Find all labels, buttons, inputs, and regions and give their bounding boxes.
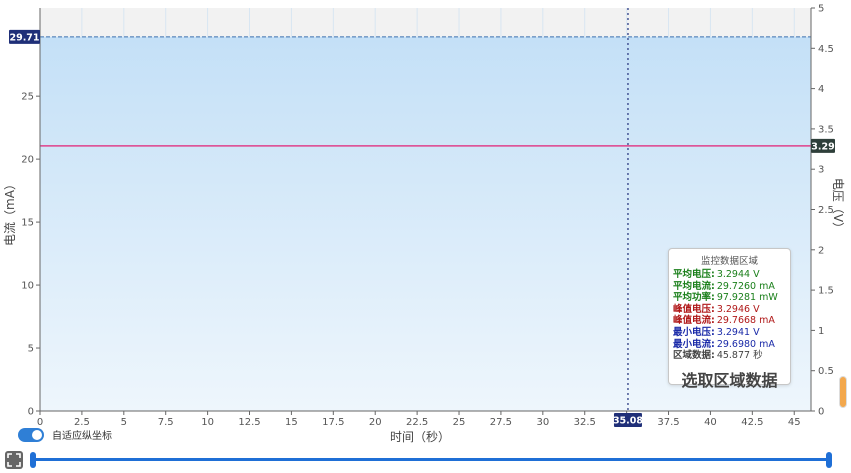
y-right-tick-label: 4 bbox=[818, 84, 824, 95]
x-tick-label: 7.5 bbox=[158, 417, 174, 428]
monitor-row-label: 平均电压: bbox=[673, 269, 715, 280]
adaptive-y-label: 自适应纵坐标 bbox=[52, 431, 112, 442]
x-tick-label: 42.5 bbox=[741, 417, 763, 428]
monitor-row-label: 峰值电流: bbox=[673, 315, 715, 327]
y-right-tick-label: 0.5 bbox=[818, 366, 834, 377]
monitor-row-value: 3.2946 V bbox=[716, 303, 760, 315]
x-tick-label: 22.5 bbox=[406, 417, 428, 428]
x-tick-label: 17.5 bbox=[322, 417, 344, 428]
y-left-tick-label: 25 bbox=[21, 92, 34, 103]
x-tick-label: 12.5 bbox=[238, 417, 260, 428]
current-value-tag-text: 29.71 bbox=[9, 32, 39, 43]
x-tick-label: 20 bbox=[369, 417, 382, 428]
monitor-row-value: 3.2941 V bbox=[716, 326, 760, 338]
y-right-tick-label: 1.5 bbox=[818, 286, 834, 297]
y-left-tick-label: 15 bbox=[21, 218, 34, 229]
monitor-rows: 平均电压: 3.2944 V 平均电流: 29.7260 mA 平均功率: 97.9281… bbox=[669, 269, 790, 362]
y-right-tick-label: 5 bbox=[818, 4, 824, 15]
monitor-row-value: 3.2944 V bbox=[716, 269, 760, 280]
current-value-tag: 29.71 bbox=[9, 29, 40, 44]
y-axis-right-ticks: 00.511.522.533.544.55 bbox=[811, 4, 834, 418]
adaptive-y-toggle-group: 自适应纵坐标 bbox=[18, 427, 112, 442]
monitor-panel-title: 监控数据区域 bbox=[700, 256, 758, 267]
monitor-row-value: 97.9281 mW bbox=[716, 292, 778, 304]
monitor-row-label: 平均功率: bbox=[673, 292, 715, 304]
monitor-row-value: 29.7668 mA bbox=[716, 315, 775, 327]
adaptive-y-toggle[interactable] bbox=[18, 427, 44, 442]
monitor-row-label: 最小电压: bbox=[673, 326, 715, 338]
x-tick-label: 32.5 bbox=[574, 417, 596, 428]
x-tick-label: 45 bbox=[788, 417, 801, 428]
y-left-tick-label: 20 bbox=[21, 155, 34, 166]
y-axis-right-title: 电压（V） bbox=[831, 178, 845, 234]
y-right-tick-label: 2 bbox=[818, 245, 824, 256]
cursor-value-tag: 35.08 bbox=[613, 413, 643, 427]
monitor-row: 峰值电压: 3.2946 V bbox=[669, 304, 790, 316]
x-tick-label: 15 bbox=[285, 417, 298, 428]
y-axis-left-ticks: 0 5 10 15 20 25 bbox=[21, 92, 40, 418]
range-slider-end-handle[interactable] bbox=[826, 452, 832, 468]
monitor-row: 区域数据: 45.877 秒 bbox=[669, 350, 790, 362]
select-region-button[interactable]: 选取区域数据 bbox=[669, 367, 790, 391]
x-tick-label: 30 bbox=[536, 417, 549, 428]
range-slider-start-handle[interactable] bbox=[30, 452, 36, 468]
monitor-row-value: 29.6980 mA bbox=[716, 338, 775, 350]
expand-icon-glyph bbox=[7, 453, 21, 467]
voltage-value-tag: 3.29 bbox=[811, 138, 835, 153]
monitor-row-value: 45.877 秒 bbox=[716, 350, 763, 362]
cursor-value-tag-text: 35.08 bbox=[613, 416, 643, 427]
y-right-tick-label: 1 bbox=[818, 326, 824, 337]
monitor-row: 平均电流: 29.7260 mA bbox=[669, 281, 790, 293]
monitor-row: 最小电流: 29.6980 mA bbox=[669, 339, 790, 351]
x-axis-ticks: 02.557.51012.51517.52022.52527.53032.535… bbox=[37, 411, 801, 428]
x-tick-label: 27.5 bbox=[490, 417, 512, 428]
monitor-panel: 监控数据区域 平均电压: 3.2944 V 平均电流: 29.7260 mA 平均功率:… bbox=[668, 248, 791, 390]
x-tick-label: 37.5 bbox=[657, 417, 679, 428]
y-axis-left-title: 电流（mA） bbox=[3, 178, 17, 246]
monitor-row: 峰值电流: 29.7668 mA bbox=[669, 315, 790, 327]
monitor-row-label: 平均电流: bbox=[673, 280, 715, 292]
x-tick-label: 40 bbox=[704, 417, 717, 428]
y-left-tick-label: 0 bbox=[28, 407, 34, 418]
expand-icon[interactable] bbox=[5, 451, 23, 469]
monitor-row: 最小电压: 3.2941 V bbox=[669, 327, 790, 339]
power-chart[interactable]: 02.557.51012.51517.52022.52527.53032.535… bbox=[0, 0, 851, 473]
x-axis-title: 时间（秒） bbox=[390, 430, 450, 444]
y-right-tick-label: 4.5 bbox=[818, 44, 834, 55]
monitor-row: 平均电压: 3.2944 V bbox=[669, 269, 790, 281]
x-tick-label: 5 bbox=[121, 417, 127, 428]
y-right-tick-label: 0 bbox=[818, 407, 824, 418]
y-right-tick-label: 3.5 bbox=[818, 124, 834, 135]
monitor-row: 平均功率: 97.9281 mW bbox=[669, 292, 790, 304]
y-right-tick-label: 3 bbox=[818, 165, 824, 176]
y-left-tick-label: 10 bbox=[21, 281, 34, 292]
y-left-tick-label: 5 bbox=[28, 344, 34, 355]
vertical-scroll-handle[interactable] bbox=[839, 376, 847, 408]
x-tick-label: 25 bbox=[453, 417, 466, 428]
monitor-row-label: 峰值电压: bbox=[673, 303, 715, 315]
toggle-knob bbox=[32, 429, 42, 440]
x-tick-label: 10 bbox=[201, 417, 214, 428]
monitor-row-label: 区域数据: bbox=[673, 350, 715, 362]
range-slider-track[interactable] bbox=[32, 458, 830, 461]
voltage-value-tag-text: 3.29 bbox=[811, 141, 834, 152]
monitor-row-value: 29.7260 mA bbox=[716, 280, 775, 292]
monitor-row-label: 最小电流: bbox=[673, 338, 715, 350]
